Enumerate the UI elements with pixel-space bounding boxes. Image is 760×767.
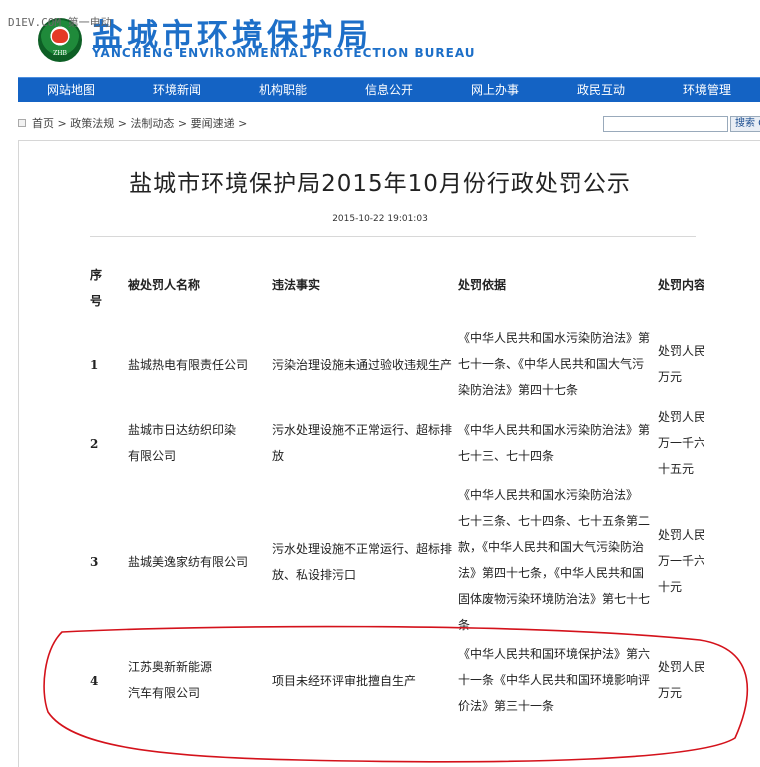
row4-fact-line: 项目未经环评审批擅自生产 xyxy=(272,674,417,688)
row1-penalty: 处罚人民 万元 xyxy=(658,338,704,390)
row2-penalty-line: 十五元 xyxy=(658,462,695,476)
row2-fact: 污水处理设施不正常运行、超标排 放 xyxy=(272,417,452,469)
row4-basis: 《中华人民共和国环境保护法》第六 十一条《中华人民共和国环境影响评 价法》第三十… xyxy=(458,641,650,719)
row3-basis-line: 法》第四十七条，《中华人民共和国 xyxy=(458,566,645,580)
row2-name-line: 盐城市日达纺织印染 xyxy=(128,423,237,437)
row2-seq: 2 xyxy=(90,437,99,451)
row3-name: 盐城美逸家纺有限公司 xyxy=(128,549,248,575)
header-penalty: 处罚内容 xyxy=(658,278,704,292)
row3-basis-line: 《中华人民共和国水污染防治法》 xyxy=(458,488,639,502)
row2-name-line: 有限公司 xyxy=(128,449,177,463)
row2-fact-line: 放 xyxy=(272,449,285,463)
row4-basis-line: 《中华人民共和国环境保护法》第六 xyxy=(458,647,651,661)
row4-seq: 4 xyxy=(90,674,99,688)
row3-name-line: 盐城美逸家纺有限公司 xyxy=(128,555,249,569)
row2-basis-line: 七十三、七十四条 xyxy=(458,449,555,463)
row4-name-line: 汽车有限公司 xyxy=(128,686,201,700)
row1-penalty-line: 万元 xyxy=(658,370,683,384)
row2-name: 盐城市日达纺织印染 有限公司 xyxy=(128,417,236,469)
row1-fact: 污染治理设施未通过验收违规生产 xyxy=(272,352,452,378)
row4-basis-line: 价法》第三十一条 xyxy=(458,699,555,713)
row2-penalty-line: 处罚人民 xyxy=(658,410,704,424)
row1-basis: 《中华人民共和国水污染防治法》第 七十一条、《中华人民共和国大气污 染防治法》第… xyxy=(458,325,650,403)
row3-fact-line: 污水处理设施不正常运行、超标排 xyxy=(272,542,453,556)
header-basis: 处罚依据 xyxy=(458,278,507,292)
row4-penalty-line: 万元 xyxy=(658,686,683,700)
row3-basis-line: 固体废物污染环境防治法》第七十七 xyxy=(458,592,651,606)
row2-penalty-line: 万一千六 xyxy=(658,436,704,450)
row3-basis-line: 七十三条、七十四条、七十五条第二 xyxy=(458,514,651,528)
row4-penalty: 处罚人民 万元 xyxy=(658,654,704,706)
row3-fact-line: 放、私设排污口 xyxy=(272,568,357,582)
row2-penalty: 处罚人民 万一千六 十五元 xyxy=(658,404,704,482)
row3-basis-line: 款，《中华人民共和国大气污染防治 xyxy=(458,540,645,554)
row3-basis-line: 条 xyxy=(458,618,471,632)
row3-penalty: 处罚人民 万一千六 十元 xyxy=(658,522,704,600)
row3-seq: 3 xyxy=(90,555,99,569)
row2-fact-line: 污水处理设施不正常运行、超标排 xyxy=(272,423,453,437)
row1-penalty-line: 处罚人民 xyxy=(658,344,704,358)
row2-basis: 《中华人民共和国水污染防治法》第 七十三、七十四条 xyxy=(458,417,650,469)
row1-name-line: 盐城热电有限责任公司 xyxy=(128,358,249,372)
row1-name: 盐城热电有限责任公司 xyxy=(128,352,248,378)
row1-basis-line: 《中华人民共和国水污染防治法》第 xyxy=(458,331,651,345)
row1-basis-line: 七十一条、《中华人民共和国大气污 xyxy=(458,357,645,371)
header-seq-line2: 号 xyxy=(90,294,103,308)
row4-name-line: 江苏奥新新能源 xyxy=(128,660,213,674)
penalty-table: 序 号 被处罚人名称 违法事实 处罚依据 处罚内容 1 盐城热电有限责任公司 污… xyxy=(0,0,760,767)
row4-penalty-line: 处罚人民 xyxy=(658,660,704,674)
row4-name: 江苏奥新新能源 汽车有限公司 xyxy=(128,654,212,706)
row3-penalty-line: 处罚人民 xyxy=(658,528,704,542)
header-name: 被处罚人名称 xyxy=(128,278,201,292)
row3-basis: 《中华人民共和国水污染防治法》 七十三条、七十四条、七十五条第二 款，《中华人民… xyxy=(458,482,650,638)
row4-fact: 项目未经环评审批擅自生产 xyxy=(272,668,416,694)
watermark: D1EV.COM 第一电动 xyxy=(8,16,112,29)
row1-basis-line: 染防治法》第四十七条 xyxy=(458,383,579,397)
row4-basis-line: 十一条《中华人民共和国环境影响评 xyxy=(458,673,651,687)
header-seq-line1: 序 xyxy=(90,268,103,282)
row3-fact: 污水处理设施不正常运行、超标排 放、私设排污口 xyxy=(272,536,452,588)
row2-basis-line: 《中华人民共和国水污染防治法》第 xyxy=(458,423,651,437)
row3-penalty-line: 万一千六 xyxy=(658,554,704,568)
row3-penalty-line: 十元 xyxy=(658,580,683,594)
header-seq: 序 号 xyxy=(90,262,102,314)
header-fact: 违法事实 xyxy=(272,278,321,292)
row1-fact-line: 污染治理设施未通过验收违规生产 xyxy=(272,358,453,372)
row1-seq: 1 xyxy=(90,358,99,372)
